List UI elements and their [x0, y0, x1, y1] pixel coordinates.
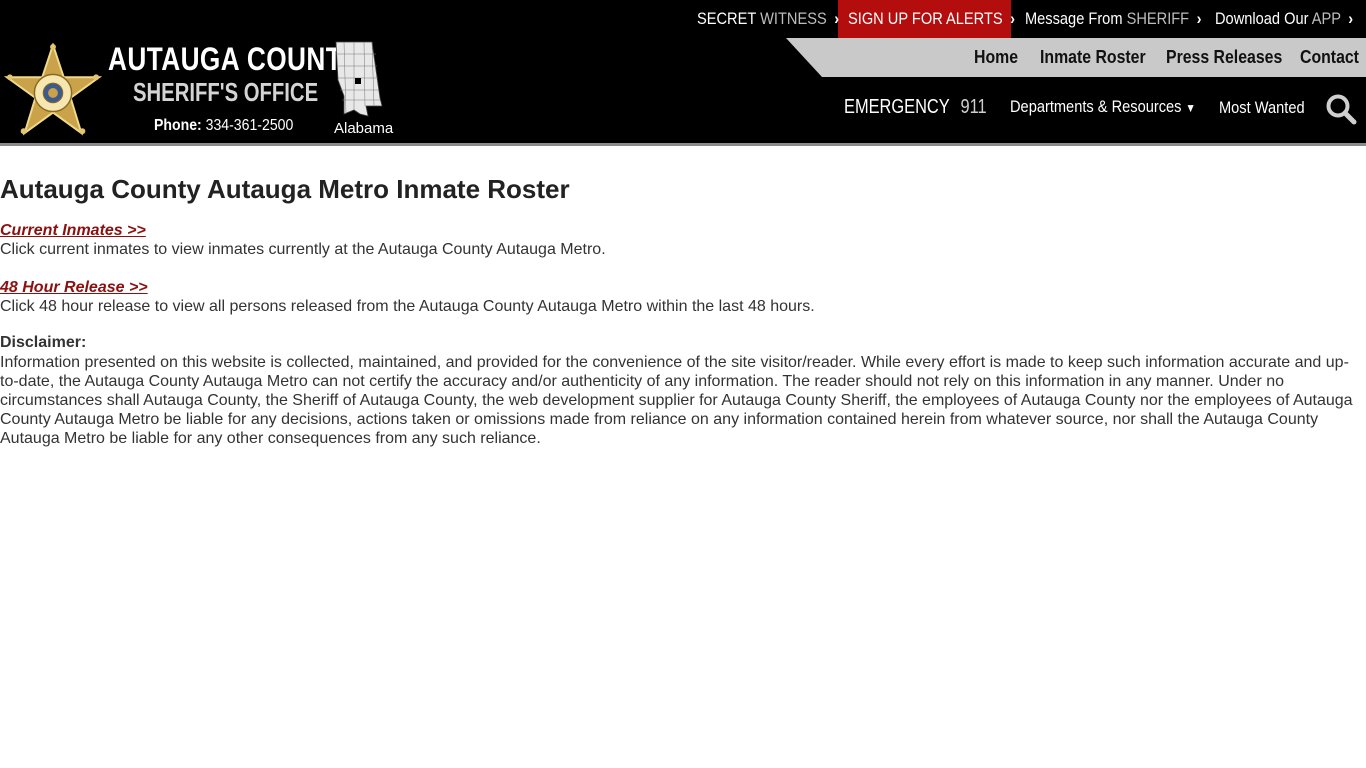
app-light: APP [1311, 9, 1341, 28]
message-from-sheriff-link[interactable]: Message From SHERIFF › [1025, 0, 1202, 38]
state-label: Alabama [334, 120, 394, 137]
departments-resources-dropdown[interactable]: Departments & Resources ▼ [1010, 97, 1196, 117]
disclaimer-label: Disclaimer: [0, 334, 87, 351]
chevron-right-icon: › [1196, 9, 1202, 28]
secret-witness-link[interactable]: SECRET WITNESS › [697, 0, 839, 38]
current-inmates-description: Click current inmates to view inmates cu… [0, 241, 606, 258]
nav-home[interactable]: Home [974, 38, 1018, 77]
phone-number[interactable]: Phone: 334-361-2500 [154, 117, 293, 135]
nav-most-wanted[interactable]: Most Wanted [1219, 98, 1305, 118]
chevron-right-icon: › [1010, 9, 1016, 28]
nav-press-releases[interactable]: Press Releases [1166, 38, 1282, 77]
phone-value: 334-361-2500 [205, 117, 294, 134]
app-bold: Download Our [1215, 9, 1309, 28]
sign-up-alerts-link[interactable]: SIGN UP FOR ALERTS › [848, 0, 1015, 38]
emergency-value: 911 [960, 96, 987, 118]
alabama-map-icon [335, 41, 383, 117]
nav-contact[interactable]: Contact [1300, 38, 1359, 77]
site-title[interactable]: AUTAUGA COUNTY [108, 41, 360, 78]
48-hour-release-link[interactable]: 48 Hour Release >> [0, 279, 148, 297]
main-nav: Home Inmate Roster Press Releases Contac… [786, 38, 1366, 77]
sign-up-alerts-label: SIGN UP FOR ALERTS [848, 9, 1003, 28]
chevron-right-icon: › [1348, 9, 1354, 28]
secret-witness-light: WITNESS [760, 9, 827, 28]
sheriff-badge-logo[interactable] [4, 43, 102, 137]
phone-label: Phone: [154, 117, 202, 134]
disclaimer-text: Information presented on this website is… [0, 354, 1353, 447]
current-inmates-link[interactable]: Current Inmates >> [0, 222, 146, 240]
chevron-down-icon: ▼ [1185, 101, 1196, 115]
top-utility-bar: SECRET WITNESS › SIGN UP FOR ALERTS › Me… [0, 0, 1366, 38]
departments-label: Departments & Resources [1010, 97, 1182, 116]
header-divider [0, 143, 1366, 146]
secret-witness-bold: SECRET [697, 9, 757, 28]
site-subtitle: SHERIFF'S OFFICE [133, 77, 319, 107]
download-app-link[interactable]: Download Our APP › [1215, 0, 1353, 38]
nav-inmate-roster[interactable]: Inmate Roster [1040, 38, 1146, 77]
chevron-right-icon: › [834, 9, 840, 28]
emergency-label: EMERGENCY [844, 96, 950, 118]
48-hour-release-description: Click 48 hour release to view all person… [0, 298, 815, 315]
message-bold: Message From [1025, 9, 1123, 28]
page-title: Autauga County Autauga Metro Inmate Rost… [0, 174, 570, 204]
search-icon[interactable] [1325, 93, 1357, 125]
emergency-number: EMERGENCY 911 [844, 96, 987, 119]
message-light: SHERIFF [1126, 9, 1190, 28]
